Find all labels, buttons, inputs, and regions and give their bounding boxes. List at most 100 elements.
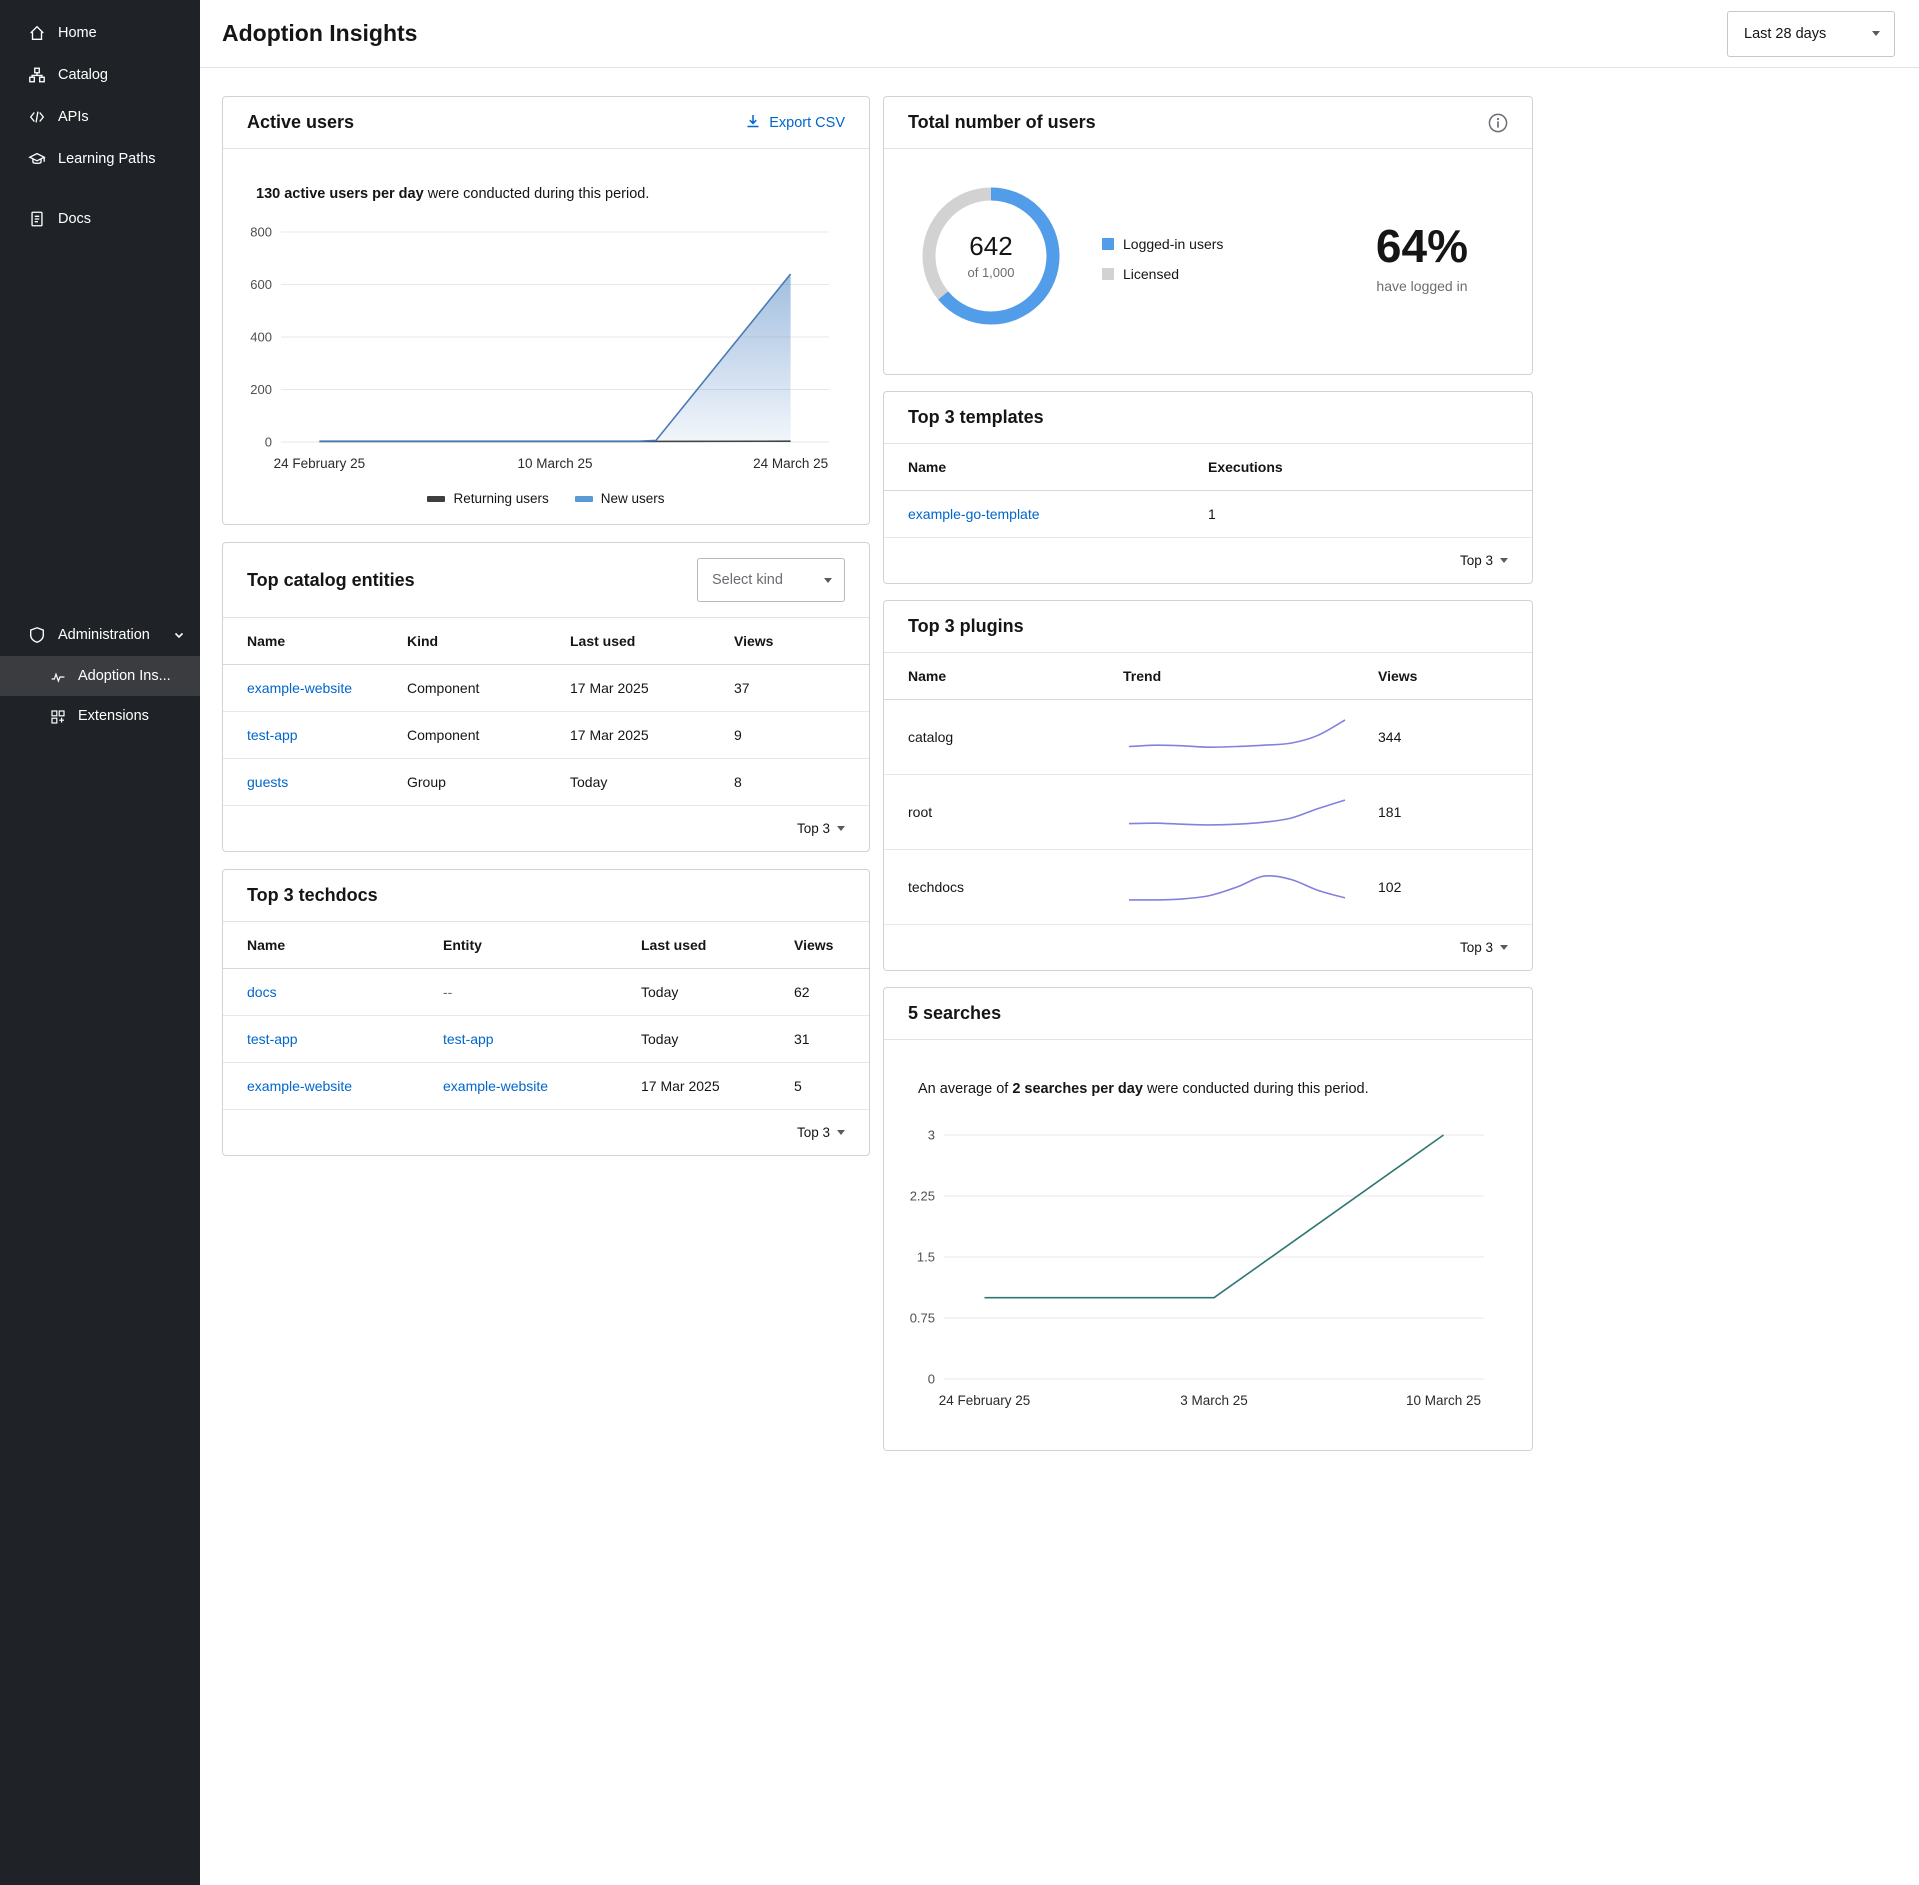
svg-text:1.5: 1.5	[917, 1250, 935, 1265]
top3-pagination[interactable]: Top 3	[797, 821, 845, 836]
sidebar-item-adoption-insights[interactable]: Adoption Ins...	[0, 656, 200, 696]
searches-chart: 00.751.52.25324 February 253 March 2510 …	[898, 1121, 1520, 1426]
svg-text:2.25: 2.25	[910, 1189, 935, 1204]
top-techdocs-card: Top 3 techdocs Name Entity Last used Vie…	[222, 869, 870, 1156]
apis-icon	[28, 108, 46, 126]
dashboard-content: Active users Export CSV 130 active users…	[200, 68, 1919, 1511]
sidebar-item-docs[interactable]: Docs	[0, 198, 200, 240]
table-row: docs -- Today 62	[223, 969, 869, 1016]
table-row: catalog 344	[884, 700, 1532, 775]
techdoc-link[interactable]: docs	[247, 984, 443, 1000]
svg-text:200: 200	[250, 382, 272, 397]
card-title: Active users	[247, 112, 354, 133]
top3-pagination[interactable]: Top 3	[1460, 553, 1508, 568]
logged-in-percent-block: 64% have logged in	[1376, 223, 1474, 294]
sidebar-item-home[interactable]: Home	[0, 12, 200, 54]
searches-summary: An average of 2 searches per day were co…	[884, 1055, 1532, 1097]
card-title: Top 3 templates	[908, 407, 1044, 428]
page-title: Adoption Insights	[222, 20, 417, 47]
licensed-marker	[1102, 268, 1114, 280]
active-users-card: Active users Export CSV 130 active users…	[222, 96, 870, 525]
svg-text:10 March 25: 10 March 25	[1406, 1393, 1481, 1408]
svg-text:3 March 25: 3 March 25	[1180, 1393, 1248, 1408]
svg-text:0.75: 0.75	[910, 1311, 935, 1326]
table-header: Name Executions	[884, 444, 1532, 491]
insights-icon	[50, 668, 66, 684]
app-root: Home Catalog APIs Learning Paths Docs	[0, 0, 1919, 1885]
sidebar-item-label: Administration	[58, 627, 150, 643]
catalog-trend-sparkline	[1123, 714, 1378, 760]
sidebar-admin-section: Administration Adoption Ins... Extension…	[0, 614, 200, 736]
main-area: Adoption Insights Last 28 days Active us…	[200, 0, 1919, 1885]
card-title: Top 3 techdocs	[247, 885, 378, 906]
sidebar-item-label: Adoption Ins...	[78, 668, 171, 684]
svg-text:10 March 25: 10 March 25	[517, 456, 592, 471]
chevron-down-icon	[837, 1130, 845, 1135]
export-csv-button[interactable]: Export CSV	[745, 113, 845, 133]
card-title: Total number of users	[908, 112, 1096, 133]
total-users-legend: Logged-in users Licensed	[1102, 236, 1223, 282]
entity-link[interactable]: example-website	[247, 680, 407, 696]
root-trend-sparkline	[1123, 789, 1378, 835]
top3-pagination[interactable]: Top 3	[1460, 940, 1508, 955]
chevron-down-icon	[824, 578, 832, 583]
entity-link[interactable]: example-website	[443, 1078, 641, 1094]
card-title: Top catalog entities	[247, 570, 415, 591]
chevron-down-icon	[1872, 31, 1880, 36]
chevron-down-icon	[1500, 945, 1508, 950]
shield-icon	[28, 626, 46, 644]
top-plugins-card: Top 3 plugins Name Trend Views catalog 3…	[883, 600, 1533, 971]
new-users-marker	[575, 496, 593, 502]
entity-link[interactable]: test-app	[443, 1031, 641, 1047]
table-row: root 181	[884, 775, 1532, 850]
topbar: Adoption Insights Last 28 days	[200, 0, 1919, 68]
svg-text:0: 0	[928, 1372, 935, 1387]
docs-icon	[28, 210, 46, 228]
sidebar: Home Catalog APIs Learning Paths Docs	[0, 0, 200, 1885]
logged-in-marker	[1102, 238, 1114, 250]
svg-text:642: 642	[969, 231, 1012, 261]
total-users-card: Total number of users 642of 1,000 Logged…	[883, 96, 1533, 375]
template-link[interactable]: example-go-template	[908, 506, 1208, 522]
chevron-down-icon	[172, 628, 186, 642]
sidebar-item-label: Home	[58, 25, 97, 41]
logged-in-percent: 64%	[1376, 223, 1468, 269]
table-row: guests Group Today 8	[223, 759, 869, 806]
entity-link[interactable]: guests	[247, 774, 407, 790]
table-header: Name Entity Last used Views	[223, 922, 869, 969]
kind-select[interactable]: Select kind	[697, 558, 845, 602]
kind-select-placeholder: Select kind	[712, 572, 783, 588]
svg-text:3: 3	[928, 1128, 935, 1143]
top-templates-card: Top 3 templates Name Executions example-…	[883, 391, 1533, 584]
sidebar-item-extensions[interactable]: Extensions	[0, 696, 200, 736]
entity-link[interactable]: test-app	[247, 727, 407, 743]
active-users-chart: 020040060080024 February 2510 March 2524…	[237, 220, 857, 483]
svg-text:24 March 25: 24 March 25	[753, 456, 828, 471]
home-icon	[28, 24, 46, 42]
date-range-value: Last 28 days	[1744, 26, 1826, 42]
active-users-legend: Returning users New users	[223, 483, 869, 524]
svg-text:400: 400	[250, 330, 272, 345]
active-users-summary: 130 active users per day were conducted …	[223, 164, 869, 202]
top3-pagination[interactable]: Top 3	[797, 1125, 845, 1140]
download-icon	[745, 113, 761, 133]
chevron-down-icon	[1500, 558, 1508, 563]
table-row: test-app test-app Today 31	[223, 1016, 869, 1063]
sidebar-item-catalog[interactable]: Catalog	[0, 54, 200, 96]
top-catalog-entities-card: Top catalog entities Select kind Name Ki…	[222, 542, 870, 852]
sidebar-item-apis[interactable]: APIs	[0, 96, 200, 138]
info-icon[interactable]	[1488, 113, 1508, 133]
export-csv-label: Export CSV	[769, 115, 845, 131]
techdoc-link[interactable]: test-app	[247, 1031, 443, 1047]
extensions-icon	[50, 708, 66, 724]
sidebar-item-learning-paths[interactable]: Learning Paths	[0, 138, 200, 180]
table-header: Name Kind Last used Views	[223, 618, 869, 665]
sidebar-item-label: Extensions	[78, 708, 149, 724]
date-range-select[interactable]: Last 28 days	[1727, 11, 1895, 57]
techdoc-link[interactable]: example-website	[247, 1078, 443, 1094]
total-users-donut-chart: 642of 1,000	[916, 181, 1066, 336]
sidebar-item-administration[interactable]: Administration	[0, 614, 200, 656]
table-row: example-go-template 1	[884, 491, 1532, 538]
sidebar-item-label: Catalog	[58, 67, 108, 83]
table-row: test-app Component 17 Mar 2025 9	[223, 712, 869, 759]
